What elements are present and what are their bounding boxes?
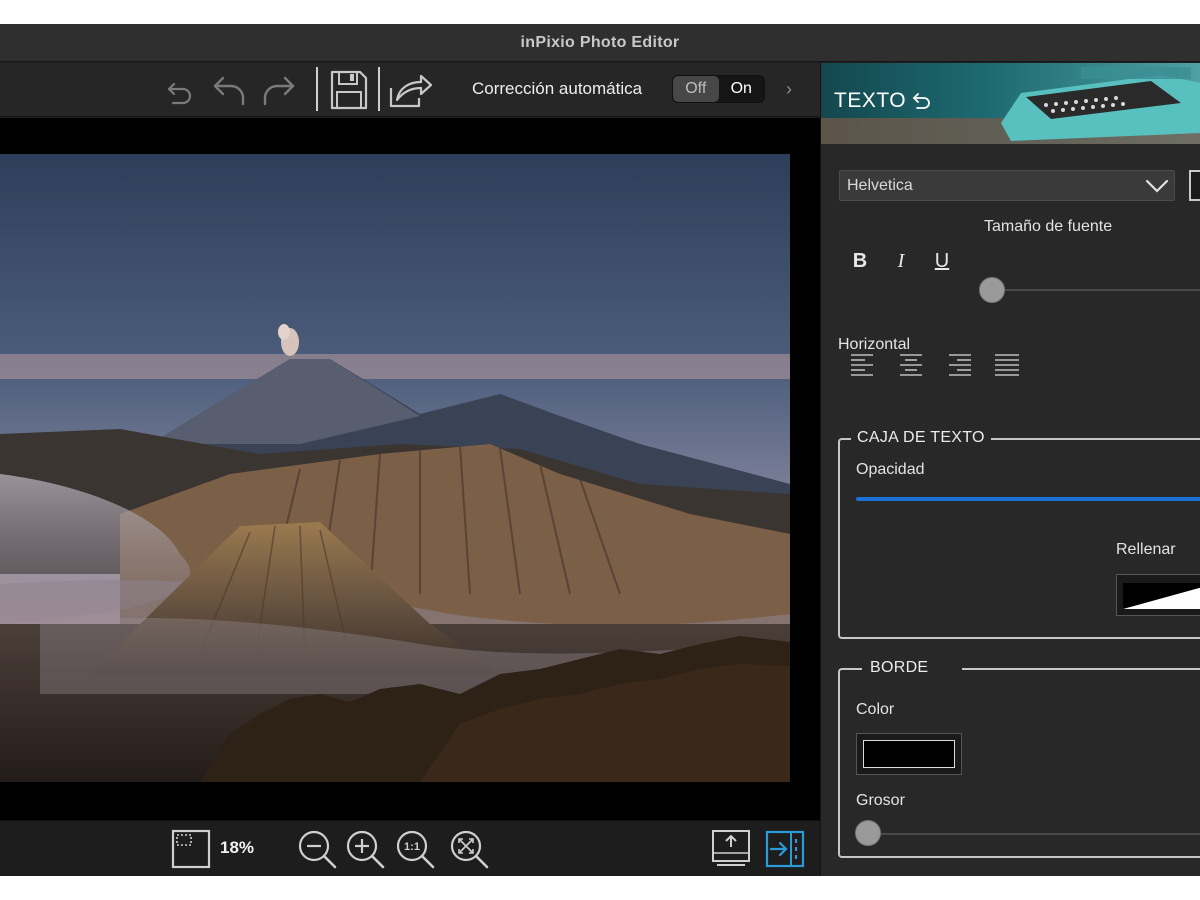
underline-button[interactable]: U bbox=[928, 244, 956, 278]
border-legend: BORDE bbox=[862, 659, 962, 677]
toggle-off-option[interactable]: Off bbox=[673, 76, 719, 102]
text-box-group: CAJA DE TEXTO Opacidad Rellenar bbox=[838, 429, 1200, 639]
bold-button[interactable]: B bbox=[846, 244, 874, 278]
share-icon bbox=[389, 74, 433, 108]
font-size-label: Tamaño de fuente bbox=[984, 218, 1113, 235]
zoom-in-button[interactable] bbox=[344, 825, 386, 873]
panel-title: TEXTO bbox=[834, 89, 907, 112]
auto-correct-label: Corrección automática bbox=[472, 79, 643, 98]
opacity-slider[interactable] bbox=[856, 497, 1200, 501]
opacity-label: Opacidad bbox=[856, 461, 925, 478]
undo-icon bbox=[213, 76, 245, 106]
redo-icon bbox=[263, 76, 295, 106]
zoom-out-button[interactable] bbox=[296, 825, 338, 873]
redo-button[interactable] bbox=[258, 63, 300, 117]
fit-screen-icon bbox=[171, 829, 211, 869]
border-group: BORDE Color Grosor bbox=[838, 659, 1200, 858]
text-color-swatch[interactable] bbox=[1189, 170, 1200, 201]
text-box-legend: CAJA DE TEXTO bbox=[851, 429, 991, 447]
italic-button[interactable]: I bbox=[887, 244, 915, 278]
border-color-swatch[interactable] bbox=[856, 733, 962, 775]
image-canvas[interactable] bbox=[0, 118, 820, 820]
text-panel-banner: TEXTO bbox=[821, 63, 1200, 144]
more-chevron-icon[interactable]: › bbox=[786, 63, 792, 117]
undo-button[interactable] bbox=[208, 63, 250, 117]
fit-screen-button[interactable] bbox=[170, 825, 212, 873]
app-window: inPixio Photo Editor Corrección automáti… bbox=[0, 24, 1200, 876]
zoom-fit-icon bbox=[450, 830, 489, 869]
toggle-on-option[interactable]: On bbox=[719, 76, 765, 102]
align-right-icon[interactable] bbox=[945, 350, 973, 378]
auto-correct-toggle[interactable]: Off On bbox=[672, 75, 765, 103]
thickness-label: Grosor bbox=[856, 792, 905, 809]
thickness-slider-thumb[interactable] bbox=[855, 820, 881, 846]
zoom-fit-button[interactable] bbox=[448, 825, 490, 873]
window-title: inPixio Photo Editor bbox=[0, 24, 1200, 62]
undo-step-button[interactable] bbox=[162, 63, 198, 117]
fill-label: Rellenar bbox=[1116, 541, 1176, 558]
border-color-preview bbox=[863, 740, 955, 768]
align-left-icon[interactable] bbox=[849, 350, 877, 378]
zoom-level: 18% bbox=[220, 838, 255, 857]
align-center-icon[interactable] bbox=[897, 350, 925, 378]
panel-collapse-icon bbox=[765, 830, 805, 868]
fill-color-swatch[interactable] bbox=[1116, 574, 1200, 616]
undo-small-icon bbox=[167, 82, 192, 105]
share-button[interactable] bbox=[386, 63, 434, 117]
save-icon bbox=[330, 70, 368, 110]
align-justify-icon[interactable] bbox=[993, 350, 1021, 378]
zoom-actual-size-button[interactable]: 1:1 bbox=[394, 825, 436, 873]
text-properties-panel: TEXTO Helvetica Tamaño de fuente B I U H… bbox=[820, 63, 1200, 876]
border-color-label: Color bbox=[856, 701, 895, 718]
toolbar-divider bbox=[378, 67, 380, 111]
zoom-actual-size-icon: 1:1 bbox=[396, 830, 435, 869]
photo-image[interactable] bbox=[0, 154, 790, 782]
bottom-toolbar: 18% 1:1 bbox=[0, 820, 820, 876]
chevron-down-icon bbox=[1145, 179, 1169, 193]
reset-text-icon[interactable] bbox=[911, 91, 933, 113]
top-toolbar: Corrección automática Off On › bbox=[0, 63, 820, 117]
font-family-value: Helvetica bbox=[847, 177, 913, 194]
zoom-actual-size-label: 1:1 bbox=[404, 841, 420, 853]
font-size-slider-track[interactable] bbox=[993, 289, 1200, 291]
zoom-out-icon bbox=[298, 830, 337, 869]
save-button[interactable] bbox=[326, 63, 372, 117]
toggle-panel-button[interactable] bbox=[764, 825, 806, 873]
zoom-in-icon bbox=[346, 830, 385, 869]
fill-gradient-preview bbox=[1123, 583, 1200, 609]
font-size-slider-thumb[interactable] bbox=[979, 277, 1005, 303]
font-family-select[interactable]: Helvetica bbox=[839, 170, 1175, 201]
upload-icon bbox=[712, 830, 750, 866]
thickness-slider-track[interactable] bbox=[868, 833, 1200, 835]
export-button[interactable] bbox=[710, 825, 752, 873]
toolbar-divider bbox=[316, 67, 318, 111]
